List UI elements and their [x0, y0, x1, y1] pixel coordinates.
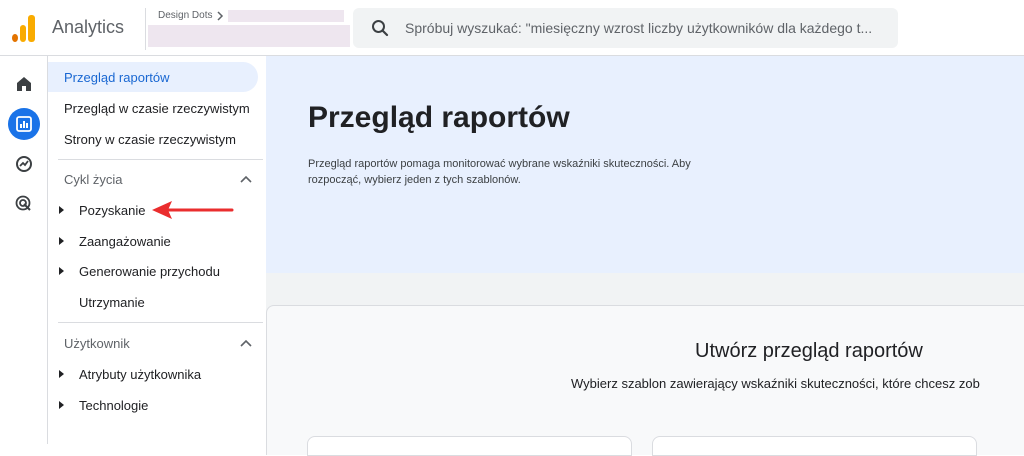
target-cursor-icon: [15, 195, 31, 211]
nav-retention[interactable]: Utrzymanie: [48, 289, 145, 315]
caret-right-icon: [59, 401, 64, 409]
hero-banner: Przegląd raportów Przegląd raportów poma…: [266, 56, 1024, 273]
template-tiles: [307, 436, 1007, 456]
nav-label: Technologie: [79, 397, 149, 413]
nav-technology[interactable]: Technologie: [48, 392, 148, 418]
left-nav-rail: [0, 56, 48, 444]
page-description: Przegląd raportów pomaga monitorować wyb…: [308, 158, 691, 186]
chevron-right-icon: [217, 10, 224, 21]
card-title: Utwórz przegląd raportów: [695, 340, 923, 362]
section-user-header[interactable]: Użytkownik: [64, 333, 252, 353]
caret-right-icon: [59, 206, 64, 214]
nav-user-attributes[interactable]: Atrybuty użytkownika: [48, 361, 201, 387]
account-selector[interactable]: Design Dots: [145, 8, 350, 50]
nav-label: Utrzymanie: [79, 294, 145, 310]
account-name: Design Dots: [158, 10, 213, 21]
page-title: Przegląd raportów: [308, 101, 570, 134]
red-arrow-annotation-icon: [152, 201, 234, 219]
app-title[interactable]: Analytics: [52, 17, 124, 38]
reports-sidebar: Przegląd raportów Przegląd w czasie rzec…: [48, 56, 266, 444]
nav-engagement[interactable]: Zaangażowanie: [48, 228, 171, 254]
search-icon: [372, 20, 389, 37]
chevron-up-icon: [240, 175, 252, 183]
explore-icon: [16, 156, 32, 172]
template-tile[interactable]: [307, 436, 632, 456]
card-subtitle: Wybierz szablon zawierający wskaźniki sk…: [571, 376, 980, 391]
nav-reports-overview[interactable]: Przegląd raportów: [48, 62, 258, 92]
create-overview-card: Utwórz przegląd raportów Wybierz szablon…: [266, 305, 1024, 456]
home-button[interactable]: [8, 68, 40, 100]
main-content: Przegląd raportów Przegląd raportów poma…: [266, 56, 1024, 456]
section-title: Cykl życia: [64, 171, 123, 187]
advertising-button[interactable]: [8, 188, 40, 220]
redacted-property-name: [148, 25, 350, 47]
caret-right-icon: [59, 267, 64, 275]
caret-right-icon: [59, 237, 64, 245]
home-icon: [17, 77, 31, 91]
divider: [58, 322, 263, 323]
divider: [58, 159, 263, 160]
nav-label: Zaangażowanie: [79, 233, 171, 249]
nav-acquisition[interactable]: Pozyskanie: [48, 197, 145, 223]
top-bar: Analytics Design Dots Spróbuj wyszukać: …: [0, 0, 1024, 56]
section-lifecycle-header[interactable]: Cykl życia: [64, 169, 252, 189]
nav-realtime-pages[interactable]: Strony w czasie rzeczywistym: [48, 124, 236, 154]
reports-button[interactable]: [8, 108, 40, 140]
section-title: Użytkownik: [64, 335, 130, 351]
template-tile[interactable]: [652, 436, 977, 456]
nav-label: Generowanie przychodu: [79, 263, 220, 279]
bar-chart-icon: [16, 116, 32, 132]
caret-right-icon: [59, 370, 64, 378]
nav-realtime-overview[interactable]: Przegląd w czasie rzeczywistym: [48, 93, 250, 123]
nav-label: Pozyskanie: [79, 202, 146, 218]
chevron-up-icon: [240, 339, 252, 347]
nav-monetization[interactable]: Generowanie przychodu: [48, 258, 220, 284]
search-input[interactable]: Spróbuj wyszukać: "miesięczny wzrost lic…: [405, 20, 885, 36]
analytics-logo-icon[interactable]: [12, 14, 36, 42]
redacted-account-path: [228, 10, 344, 22]
account-breadcrumb: Design Dots: [158, 10, 224, 21]
explore-button[interactable]: [8, 148, 40, 180]
search-bar[interactable]: Spróbuj wyszukać: "miesięczny wzrost lic…: [353, 8, 898, 48]
nav-label: Atrybuty użytkownika: [79, 366, 202, 382]
